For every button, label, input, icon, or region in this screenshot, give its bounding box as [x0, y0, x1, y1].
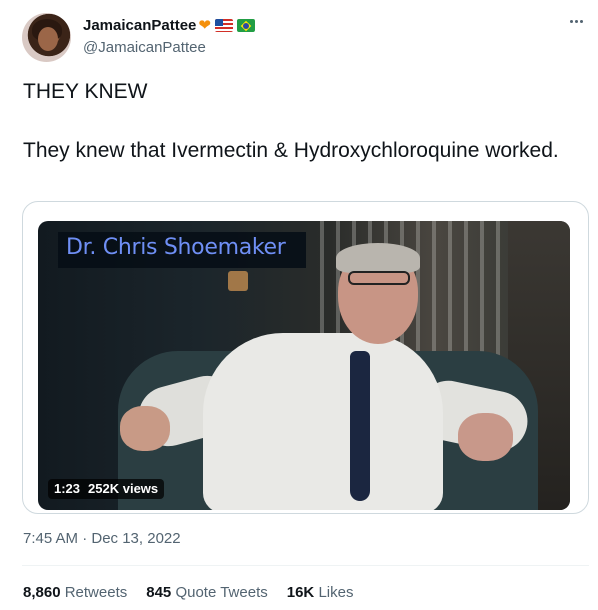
stat-retweets[interactable]: 8,860 Retweets	[23, 584, 127, 601]
quote-tweets-label: Quote Tweets	[175, 584, 268, 601]
person-shirt	[203, 333, 443, 510]
stat-quote-tweets[interactable]: 845 Quote Tweets	[146, 584, 267, 601]
person-left-hand	[120, 406, 170, 451]
video-duration: 1:23	[54, 481, 81, 496]
retweets-count: 8,860	[23, 584, 61, 601]
author-name-row: JamaicanPattee ❤	[83, 17, 255, 34]
person-hair	[336, 243, 420, 273]
background-lamp	[228, 271, 248, 291]
tweet-text-line-1: THEY KNEW	[23, 80, 148, 103]
avatar-face	[38, 27, 58, 51]
video-player[interactable]: Dr. Chris Shoemaker 1:23 252K views	[38, 221, 570, 510]
display-name[interactable]: JamaicanPattee	[83, 17, 196, 34]
stat-likes[interactable]: 16K Likes	[287, 584, 354, 601]
tweet: JamaicanPattee ❤ @JamaicanPattee THEY KN…	[0, 0, 598, 610]
video-info-badge: 1:23 252K views	[48, 479, 165, 499]
tweet-timestamp[interactable]: 7:45 AM · Dec 13, 2022	[23, 530, 181, 547]
person-glasses	[348, 271, 410, 285]
person-right-hand	[458, 413, 513, 461]
video-caption: Dr. Chris Shoemaker	[66, 235, 286, 260]
orange-heart-icon: ❤	[198, 17, 211, 34]
flag-us-icon	[214, 19, 233, 32]
tweet-stats: 8,860 Retweets 845 Quote Tweets 16K Like…	[23, 584, 372, 601]
person-tie	[350, 351, 370, 501]
quote-tweets-count: 845	[146, 584, 172, 601]
video-views: 252K views	[88, 481, 159, 496]
likes-label: Likes	[318, 584, 354, 601]
more-options-icon[interactable]	[570, 16, 588, 26]
retweets-label: Retweets	[64, 584, 128, 601]
divider	[22, 565, 589, 566]
flag-br-icon	[236, 19, 255, 32]
user-handle[interactable]: @JamaicanPattee	[83, 39, 206, 56]
avatar[interactable]	[22, 13, 71, 62]
likes-count: 16K	[286, 584, 315, 601]
media-card[interactable]: Dr. Chris Shoemaker 1:23 252K views	[22, 201, 589, 514]
tweet-text-line-2: They knew that Ivermectin & Hydroxychlor…	[23, 139, 559, 162]
